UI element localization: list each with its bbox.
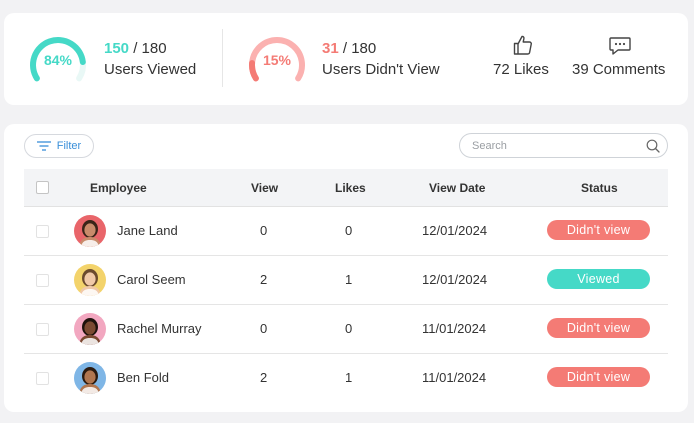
employee-name: Ben Fold xyxy=(117,370,170,385)
avatar xyxy=(74,264,106,296)
viewed-total: / 180 xyxy=(133,40,167,57)
search-icon[interactable] xyxy=(646,139,660,153)
select-all-checkbox[interactable] xyxy=(36,181,49,194)
comments-count: 39 Comments xyxy=(572,61,666,78)
employee-name: Jane Land xyxy=(117,223,178,238)
likes-count-cell: 0 xyxy=(345,223,353,238)
likes-count-cell: 1 xyxy=(345,370,353,385)
row-checkbox[interactable] xyxy=(36,372,49,385)
filter-label: Filter xyxy=(56,140,82,152)
viewed-percent: 84% xyxy=(43,52,73,68)
likes-count: 72 Likes xyxy=(493,61,549,78)
not-viewed-percent: 15% xyxy=(262,52,292,68)
column-header-status[interactable]: Status xyxy=(581,181,618,195)
avatar xyxy=(74,215,106,247)
avatar xyxy=(74,362,106,394)
viewed-count: 150 xyxy=(104,40,130,57)
not-viewed-count-line: 31 / 180 xyxy=(322,40,376,57)
filter-icon xyxy=(36,141,51,151)
employee-table-card: Filter Employee View Likes View Date Sta… xyxy=(4,124,688,412)
view-count: 0 xyxy=(260,321,268,336)
table-header: Employee View Likes View Date Status xyxy=(24,169,668,207)
stats-divider xyxy=(222,29,223,87)
row-checkbox[interactable] xyxy=(36,225,49,238)
filter-button[interactable]: Filter xyxy=(24,134,94,158)
view-count: 0 xyxy=(260,223,268,238)
view-date: 12/01/2024 xyxy=(422,272,488,287)
table-row[interactable]: Jane Land 0 0 12/01/2024 Didn't view xyxy=(24,207,668,256)
search-box[interactable] xyxy=(459,133,668,158)
table-row[interactable]: Carol Seem 2 1 12/01/2024 Viewed xyxy=(24,256,668,305)
status-badge: Didn't view xyxy=(547,318,650,338)
column-header-employee[interactable]: Employee xyxy=(90,181,147,195)
view-date: 12/01/2024 xyxy=(422,223,488,238)
not-viewed-gauge: 15% xyxy=(246,36,308,86)
column-header-view[interactable]: View xyxy=(251,181,278,195)
likes-count-cell: 1 xyxy=(345,272,353,287)
viewed-gauge: 84% xyxy=(27,36,89,86)
not-viewed-total: / 180 xyxy=(342,40,377,57)
search-input[interactable] xyxy=(472,138,632,154)
table-row[interactable]: Ben Fold 2 1 11/01/2024 Didn't view xyxy=(24,354,668,403)
status-badge: Didn't view xyxy=(547,220,650,240)
view-date: 11/01/2024 xyxy=(422,321,487,336)
employee-name: Carol Seem xyxy=(117,272,186,287)
stats-card: 84% 150 / 180 Users Viewed 15% 31 / 180 … xyxy=(4,13,688,105)
table-row[interactable]: Rachel Murray 0 0 11/01/2024 Didn't view xyxy=(24,305,668,354)
employee-name: Rachel Murray xyxy=(117,321,202,336)
not-viewed-count: 31 xyxy=(322,40,339,57)
comment-icon[interactable] xyxy=(608,35,632,57)
row-checkbox[interactable] xyxy=(36,274,49,287)
row-checkbox[interactable] xyxy=(36,323,49,336)
view-date: 11/01/2024 xyxy=(422,370,487,385)
viewed-label: Users Viewed xyxy=(104,61,197,78)
status-badge: Didn't view xyxy=(547,367,650,387)
column-header-likes[interactable]: Likes xyxy=(335,181,366,195)
column-header-view-date[interactable]: View Date xyxy=(429,181,485,195)
likes-count-cell: 0 xyxy=(345,321,353,336)
avatar xyxy=(74,313,106,345)
thumbs-up-icon[interactable] xyxy=(511,33,535,57)
view-count: 2 xyxy=(260,370,268,385)
status-badge: Viewed xyxy=(547,269,650,289)
view-count: 2 xyxy=(260,272,268,287)
not-viewed-label: Users Didn't View xyxy=(322,61,440,78)
viewed-count-line: 150 / 180 xyxy=(104,40,167,57)
